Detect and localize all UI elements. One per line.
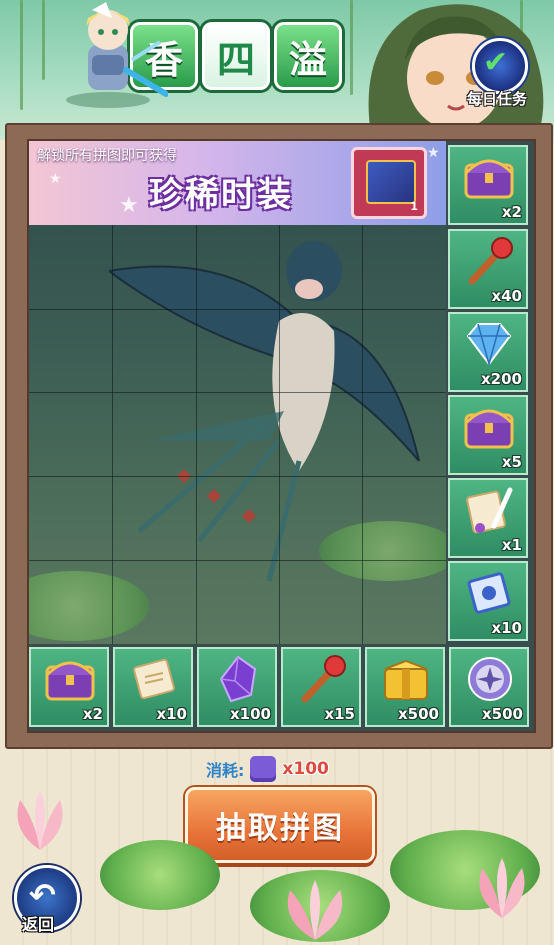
- title-glyph: 溢: [274, 22, 342, 90]
- reward-quantity: x500: [482, 705, 523, 723]
- reward-quantity: x10: [491, 619, 522, 637]
- side-reward-tile[interactable]: x2: [448, 145, 528, 225]
- star-icon: ★: [49, 171, 62, 187]
- lotus-flower: [287, 880, 343, 940]
- reward-quantity: x15: [324, 705, 355, 723]
- grid-line: [29, 309, 446, 310]
- draw-cost: 消耗: x100: [206, 754, 329, 784]
- cost-amount: x100: [282, 759, 329, 779]
- grid-line: [29, 560, 446, 561]
- reward-quantity: x1: [501, 536, 522, 554]
- blue-diamond-icon: [464, 320, 514, 368]
- side-reward-tile[interactable]: x200: [448, 312, 528, 392]
- lotus-leaf: [100, 840, 220, 910]
- reward-quantity: x2: [82, 705, 103, 723]
- blue-scroll-icon: [464, 569, 514, 617]
- red-scepter-icon: [297, 655, 347, 703]
- cost-label: 消耗:: [206, 761, 245, 780]
- purple-chest-icon: [45, 655, 95, 703]
- grid-line: [29, 392, 446, 393]
- daily-tasks-label: 每日任务: [466, 90, 527, 108]
- side-reward-tile[interactable]: x40: [448, 229, 528, 309]
- banner-title: 珍稀时装: [149, 175, 293, 215]
- reward-quantity: x5: [501, 453, 522, 471]
- grid-line: [362, 225, 363, 644]
- gold-chest-icon: [381, 655, 431, 703]
- parchment-scroll-icon: [129, 655, 179, 703]
- bottom-reward-tile[interactable]: x500: [449, 647, 529, 727]
- lotus-flower: [479, 858, 525, 918]
- reward-quantity: x500: [398, 705, 439, 723]
- grid-line: [29, 476, 446, 477]
- willow-branch: [42, 0, 45, 80]
- costume-reward-item[interactable]: 1: [351, 147, 427, 219]
- purple-chest-icon: [464, 403, 514, 451]
- puzzle-piece-icon: [250, 756, 277, 782]
- reward-quantity: x2: [501, 203, 522, 221]
- lotus-flower: [17, 790, 63, 850]
- side-reward-tile[interactable]: x5: [448, 395, 528, 475]
- reward-quantity: x200: [481, 370, 522, 388]
- purple-chest-icon: [464, 153, 514, 201]
- willow-branch: [350, 0, 353, 95]
- star-icon: ★: [427, 145, 440, 161]
- puzzle-board: ★ ★ ★ 解锁所有拼图即可获得 珍稀时装 1 x2 x40 x200 x5 x…: [27, 139, 536, 733]
- title-glyph: 四: [202, 22, 270, 90]
- side-reward-tile[interactable]: x10: [448, 561, 528, 641]
- bottom-reward-tile[interactable]: x100: [197, 647, 277, 727]
- red-scepter-icon: [464, 237, 514, 285]
- grid-line: [279, 225, 280, 644]
- puzzle-image-area: ★ ★ ★ 解锁所有拼图即可获得 珍稀时装 1: [29, 141, 446, 644]
- reward-quantity: x40: [491, 287, 522, 305]
- grid-line: [112, 225, 113, 644]
- knight-character-avatar: [66, 2, 168, 108]
- bottom-reward-tile[interactable]: x10: [113, 647, 193, 727]
- grid-line: [196, 225, 197, 644]
- reward-quantity: x10: [156, 705, 187, 723]
- reward-banner: ★ ★ ★ 解锁所有拼图即可获得 珍稀时装 1: [29, 141, 446, 225]
- puzzle-board-frame: ★ ★ ★ 解锁所有拼图即可获得 珍稀时装 1 x2 x40 x200 x5 x…: [5, 123, 553, 749]
- draw-puzzle-button[interactable]: 抽取拼图: [185, 787, 375, 863]
- side-reward-tile[interactable]: x1: [448, 478, 528, 558]
- purple-crystal-icon: [213, 655, 263, 703]
- saw-blade-icon: [465, 655, 515, 703]
- scroll-quill-icon: [464, 486, 514, 534]
- swallow-kite-image: [109, 241, 420, 582]
- checkmark-icon: ✔: [472, 38, 528, 94]
- costume-chest-icon: [366, 160, 416, 204]
- bottom-reward-tile[interactable]: x15: [281, 647, 361, 727]
- reward-quantity: x100: [230, 705, 271, 723]
- bottom-reward-tile[interactable]: x500: [365, 647, 445, 727]
- reward-count: 1: [410, 200, 418, 213]
- star-icon: ★: [119, 193, 139, 218]
- willow-branch: [20, 0, 23, 110]
- bottom-reward-tile[interactable]: x2: [29, 647, 109, 727]
- back-label: 返回: [22, 915, 55, 934]
- banner-subtitle: 解锁所有拼图即可获得: [37, 148, 177, 164]
- back-button[interactable]: ↶ 返回: [14, 865, 80, 941]
- daily-tasks-button[interactable]: ✔ 每日任务: [458, 38, 536, 114]
